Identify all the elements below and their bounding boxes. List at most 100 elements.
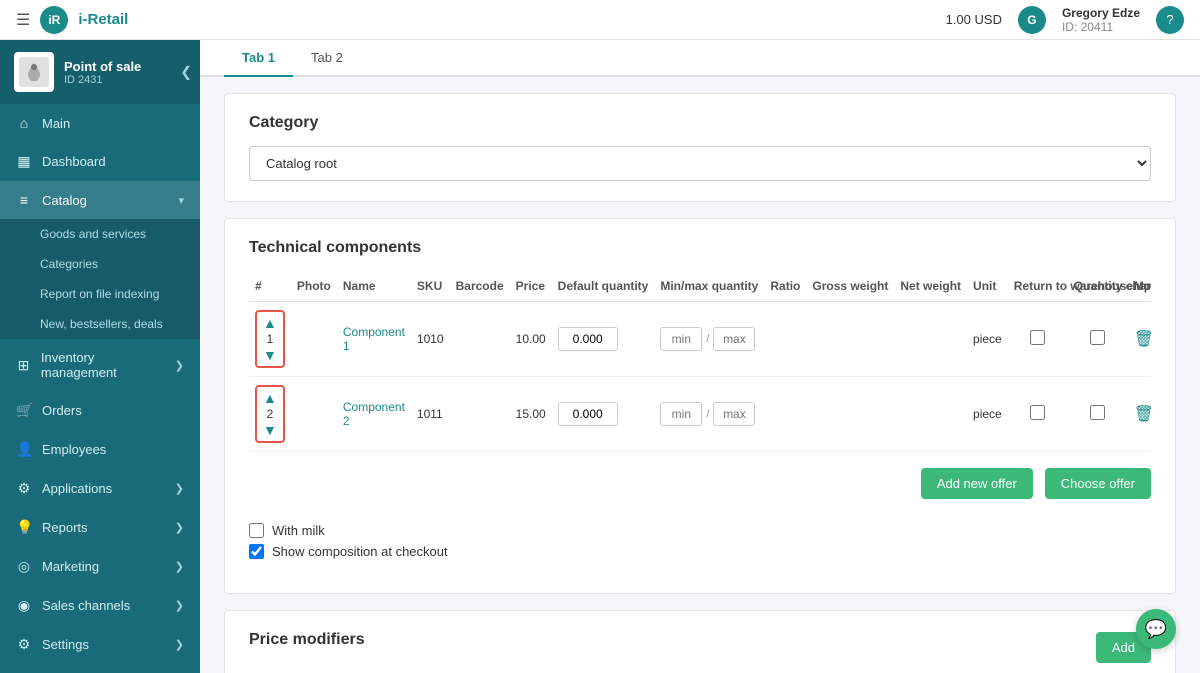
sidebar-item-goods[interactable]: Goods and services: [0, 219, 200, 249]
order-num-1: 1: [267, 332, 274, 346]
sidebar-item-categories[interactable]: Categories: [0, 249, 200, 279]
show-composition-label: Show composition at checkout: [272, 544, 448, 559]
default-qty-cell-1: [552, 302, 655, 377]
sidebar-item-dashboard[interactable]: ▦ Dashboard: [0, 142, 200, 181]
add-new-offer-button[interactable]: Add new offer: [921, 468, 1033, 499]
modifier-cell-2: 🗑: [1128, 377, 1151, 452]
user-info: Gregory Edze ID: 20411: [1062, 6, 1140, 34]
tech-title: Technical components: [249, 239, 1151, 257]
component-link-2[interactable]: Component 2: [343, 400, 405, 428]
order-down-btn-2[interactable]: ▼: [263, 423, 277, 437]
col-qty-changes: Quantity changes upon purchase: [1068, 271, 1128, 302]
applications-arrow-icon: ❯: [175, 482, 184, 495]
sidebar-item-catalog[interactable]: ≡ Catalog ▾: [0, 181, 200, 219]
minmax-wrap-2: /: [660, 402, 758, 426]
sidebar-item-sales-channels[interactable]: ◉ Sales channels ❯: [0, 586, 200, 625]
sidebar-collapse-icon[interactable]: ❮: [180, 64, 192, 81]
barcode-cell-1: [450, 302, 510, 377]
delete-btn-1[interactable]: 🗑: [1134, 329, 1151, 349]
with-milk-label: With milk: [272, 523, 325, 538]
sidebar-item-label: Sales channels: [42, 598, 130, 613]
gross-weight-cell-1: [806, 302, 894, 377]
min-input-1[interactable]: [660, 327, 702, 351]
col-price: Price: [510, 271, 552, 302]
return-warehouse-checkbox-1[interactable]: [1030, 330, 1045, 345]
topbar-left: ☰ iR i-Retail: [16, 6, 128, 34]
sidebar-item-label: Applications: [42, 481, 112, 496]
component-link-1[interactable]: Component 1: [343, 325, 405, 353]
chat-bubble[interactable]: 💬: [1136, 609, 1176, 649]
show-composition-checkbox[interactable]: [249, 544, 264, 559]
sidebar-item-new-deals[interactable]: New, bestsellers, deals: [0, 309, 200, 339]
return-warehouse-checkbox-2[interactable]: [1030, 405, 1045, 420]
sidebar-item-settings[interactable]: ⚙ Settings ❯: [0, 625, 200, 664]
col-net-weight: Net weight: [894, 271, 967, 302]
default-qty-input-2[interactable]: [558, 402, 618, 426]
price-mod-header: Price modifiers Add: [249, 631, 1151, 663]
price-modifiers-section: Price modifiers Add Add a modifier if th…: [224, 610, 1176, 673]
col-ratio: Ratio: [764, 271, 806, 302]
max-input-1[interactable]: [713, 327, 755, 351]
sidebar-item-label: Main: [42, 116, 70, 131]
min-input-2[interactable]: [660, 402, 702, 426]
sidebar-item-inventory[interactable]: ⊞ Inventory management ❯: [0, 339, 200, 391]
marketing-arrow-icon: ❯: [175, 560, 184, 573]
employees-icon: 👤: [16, 441, 32, 458]
brand-name: i-Retail: [78, 11, 128, 28]
order-down-btn-1[interactable]: ▼: [263, 348, 277, 362]
sidebar-item-reports[interactable]: 💡 Reports ❯: [0, 508, 200, 547]
delete-btn-2[interactable]: 🗑: [1134, 404, 1151, 424]
dashboard-icon: ▦: [16, 153, 32, 170]
qty-changes-cell-2: [1068, 377, 1128, 452]
checkboxes-section: With milk Show composition at checkout: [249, 515, 1151, 573]
minmax-wrap-1: /: [660, 327, 758, 351]
category-select[interactable]: Catalog root: [249, 146, 1151, 181]
components-table-wrap: # Photo Name SKU Barcode Price Default q…: [249, 271, 1151, 452]
sidebar-item-main[interactable]: ⌂ Main: [0, 104, 200, 142]
net-weight-cell-2: [894, 377, 967, 452]
choose-offer-button[interactable]: Choose offer: [1045, 468, 1151, 499]
order-num-2: 2: [267, 407, 274, 421]
catalog-icon: ≡: [16, 192, 32, 208]
sidebar-item-label: Employees: [42, 442, 106, 457]
tab-2[interactable]: Tab 2: [293, 40, 361, 77]
col-unit: Unit: [967, 271, 1008, 302]
sidebar-item-employees[interactable]: 👤 Employees: [0, 430, 200, 469]
sidebar-item-applications[interactable]: ⚙ Applications ❯: [0, 469, 200, 508]
col-barcode: Barcode: [450, 271, 510, 302]
sidebar-item-label: Marketing: [42, 559, 99, 574]
settings-icon: ⚙: [16, 636, 32, 653]
tech-section: Technical components # Photo Name SKU Ba…: [224, 218, 1176, 594]
sidebar: Point of sale ID 2431 ❮ ⌂ Main ▦ Dashboa…: [0, 40, 200, 673]
catalog-arrow-icon: ▾: [178, 194, 184, 207]
sidebar-item-label: Inventory management: [41, 350, 165, 380]
return-warehouse-cell-2: [1008, 377, 1068, 452]
help-button[interactable]: ?: [1156, 6, 1184, 34]
default-qty-input-1[interactable]: [558, 327, 618, 351]
sidebar-item-orders[interactable]: 🛒 Orders: [0, 391, 200, 430]
chat-icon: 💬: [1145, 619, 1167, 640]
logo-icon: iR: [40, 6, 68, 34]
tab-1[interactable]: Tab 1: [224, 40, 293, 77]
net-weight-cell-1: [894, 302, 967, 377]
hamburger-icon[interactable]: ☰: [16, 10, 30, 30]
with-milk-row: With milk: [249, 523, 1151, 538]
order-up-btn-2[interactable]: ▲: [263, 391, 277, 405]
store-id: ID 2431: [64, 74, 141, 86]
sidebar-item-marketing[interactable]: ◎ Marketing ❯: [0, 547, 200, 586]
order-up-btn-1[interactable]: ▲: [263, 316, 277, 330]
offer-buttons: Add new offer Choose offer: [249, 468, 1151, 499]
catalog-submenu: Goods and services Categories Report on …: [0, 219, 200, 339]
price-mod-title: Price modifiers: [249, 631, 365, 649]
sku-cell-2: 1011: [411, 377, 450, 452]
with-milk-checkbox[interactable]: [249, 523, 264, 538]
sidebar-item-label: Settings: [42, 637, 89, 652]
sidebar-item-report-file[interactable]: Report on file indexing: [0, 279, 200, 309]
store-icon: [14, 52, 54, 92]
store-details: Point of sale ID 2431: [64, 59, 141, 86]
name-cell-2: Component 2: [337, 377, 411, 452]
max-input-2[interactable]: [713, 402, 755, 426]
qty-changes-checkbox-1[interactable]: [1090, 330, 1105, 345]
qty-changes-checkbox-2[interactable]: [1090, 405, 1105, 420]
minmax-cell-2: /: [654, 377, 764, 452]
